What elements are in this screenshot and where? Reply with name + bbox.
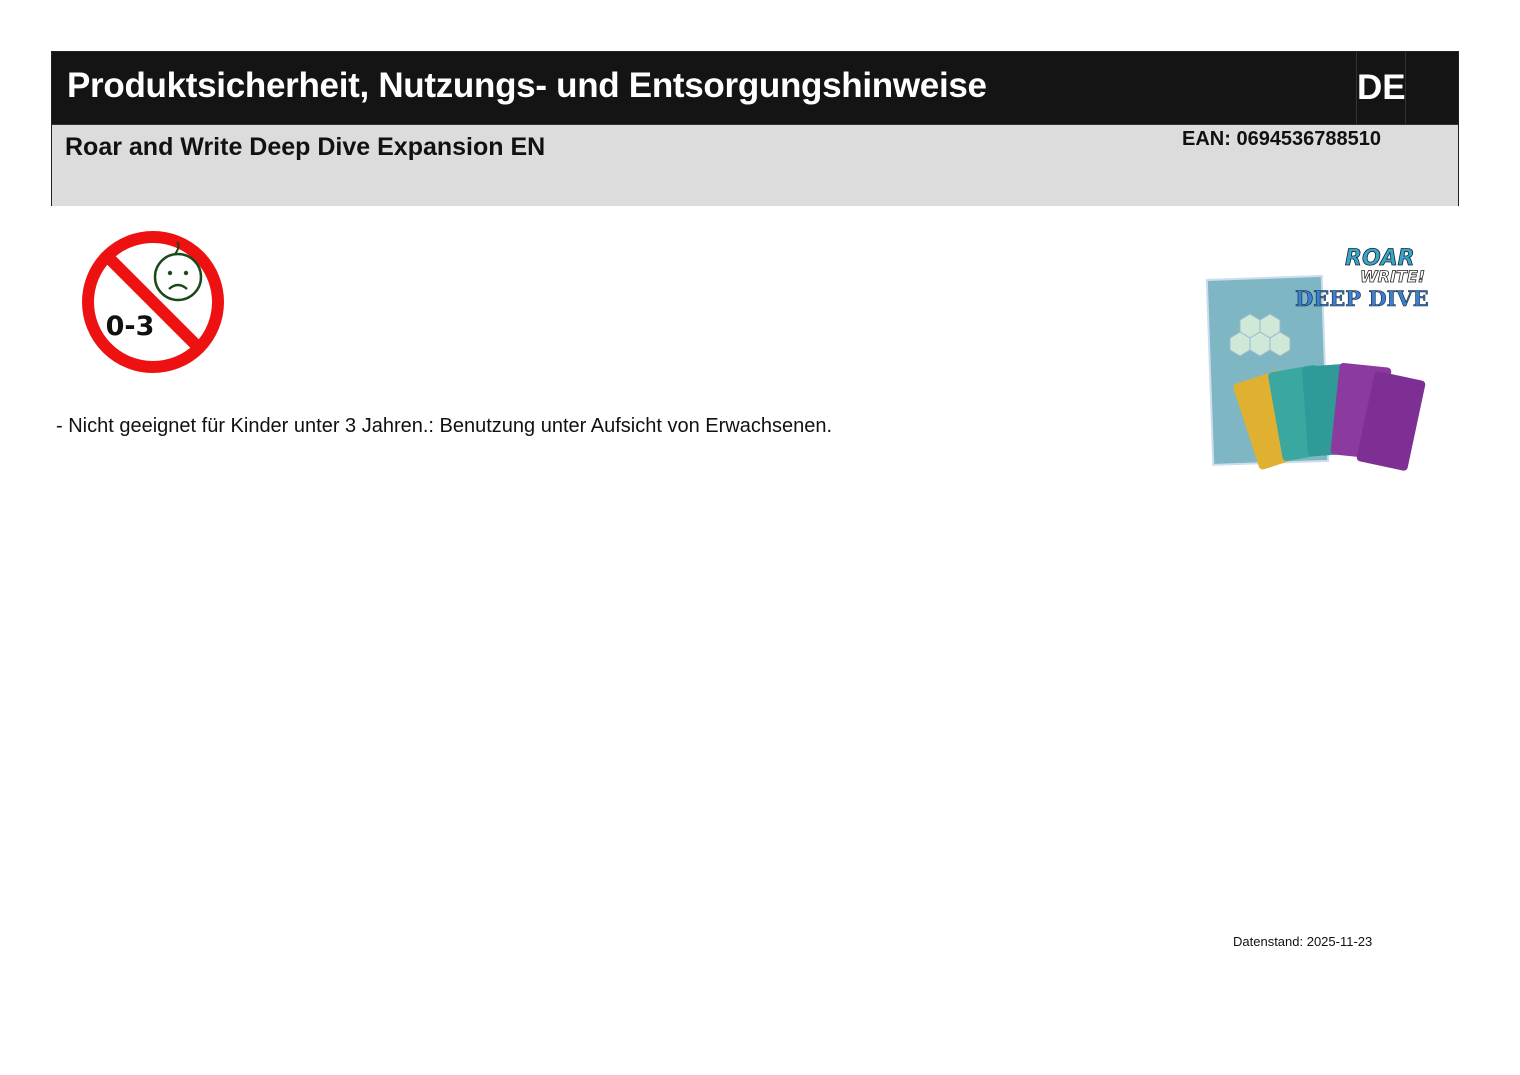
document-header: Produktsicherheit, Nutzungs- und Entsorg… xyxy=(51,51,1459,206)
not-for-children-under-3-icon: 0-3 xyxy=(82,231,224,373)
baby-face-icon xyxy=(153,252,203,302)
safety-note: - Nicht geeignet für Kinder unter 3 Jahr… xyxy=(56,415,833,437)
date-stamp: Datenstand: 2025-11-23 xyxy=(1233,934,1373,949)
logo-deep-dive: DEEP DIVE xyxy=(1295,286,1429,311)
product-name: Roar and Write Deep Dive Expansion EN xyxy=(65,133,546,161)
product-info-bar: Roar and Write Deep Dive Expansion EN EA… xyxy=(52,124,1458,206)
language-code: DE xyxy=(1356,52,1406,124)
age-label: 0-3 xyxy=(106,311,155,342)
product-image: ROAR WRITE! DEEP DIVE xyxy=(1205,246,1429,471)
page-title: Produktsicherheit, Nutzungs- und Entsorg… xyxy=(67,66,987,105)
logo-write: WRITE! xyxy=(1360,267,1425,286)
ean-code: EAN: 0694536788510 xyxy=(1182,128,1382,150)
title-bar: Produktsicherheit, Nutzungs- und Entsorg… xyxy=(52,52,1458,124)
